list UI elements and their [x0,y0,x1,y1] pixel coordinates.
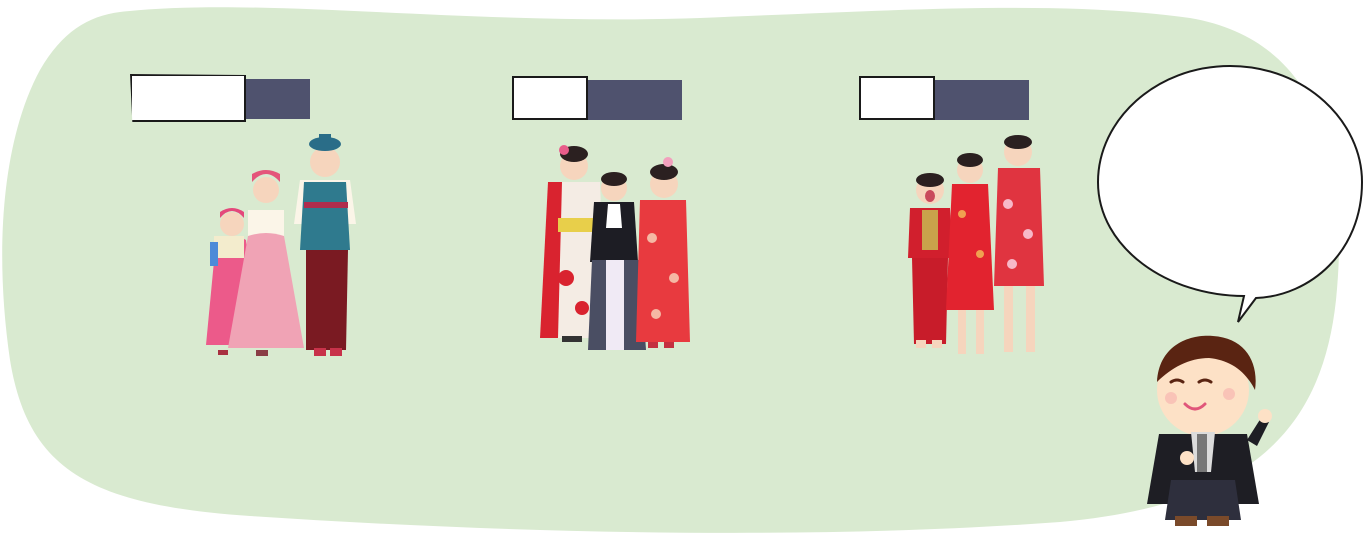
label-group-3 [859,76,1031,122]
label-3-right [931,80,1029,120]
label-2-left [512,76,588,120]
child-left [908,173,952,348]
speech-bubble-text [1130,120,1330,260]
label-group-2 [512,76,684,122]
label-group-1 [130,74,312,124]
child-tall [294,134,356,356]
children-in-hanbok-illustration [206,134,356,356]
label-2-right [584,80,682,120]
children-in-qipao-illustration [908,135,1044,354]
boy-in-hakama-waving-illustration [1147,335,1272,526]
child-middle [946,153,994,354]
children-in-kimono-illustration [540,145,690,350]
label-3-left [859,76,935,120]
child-right [636,157,690,348]
label-1-left [130,74,246,122]
child-right [994,135,1044,352]
label-1-right [242,79,310,119]
